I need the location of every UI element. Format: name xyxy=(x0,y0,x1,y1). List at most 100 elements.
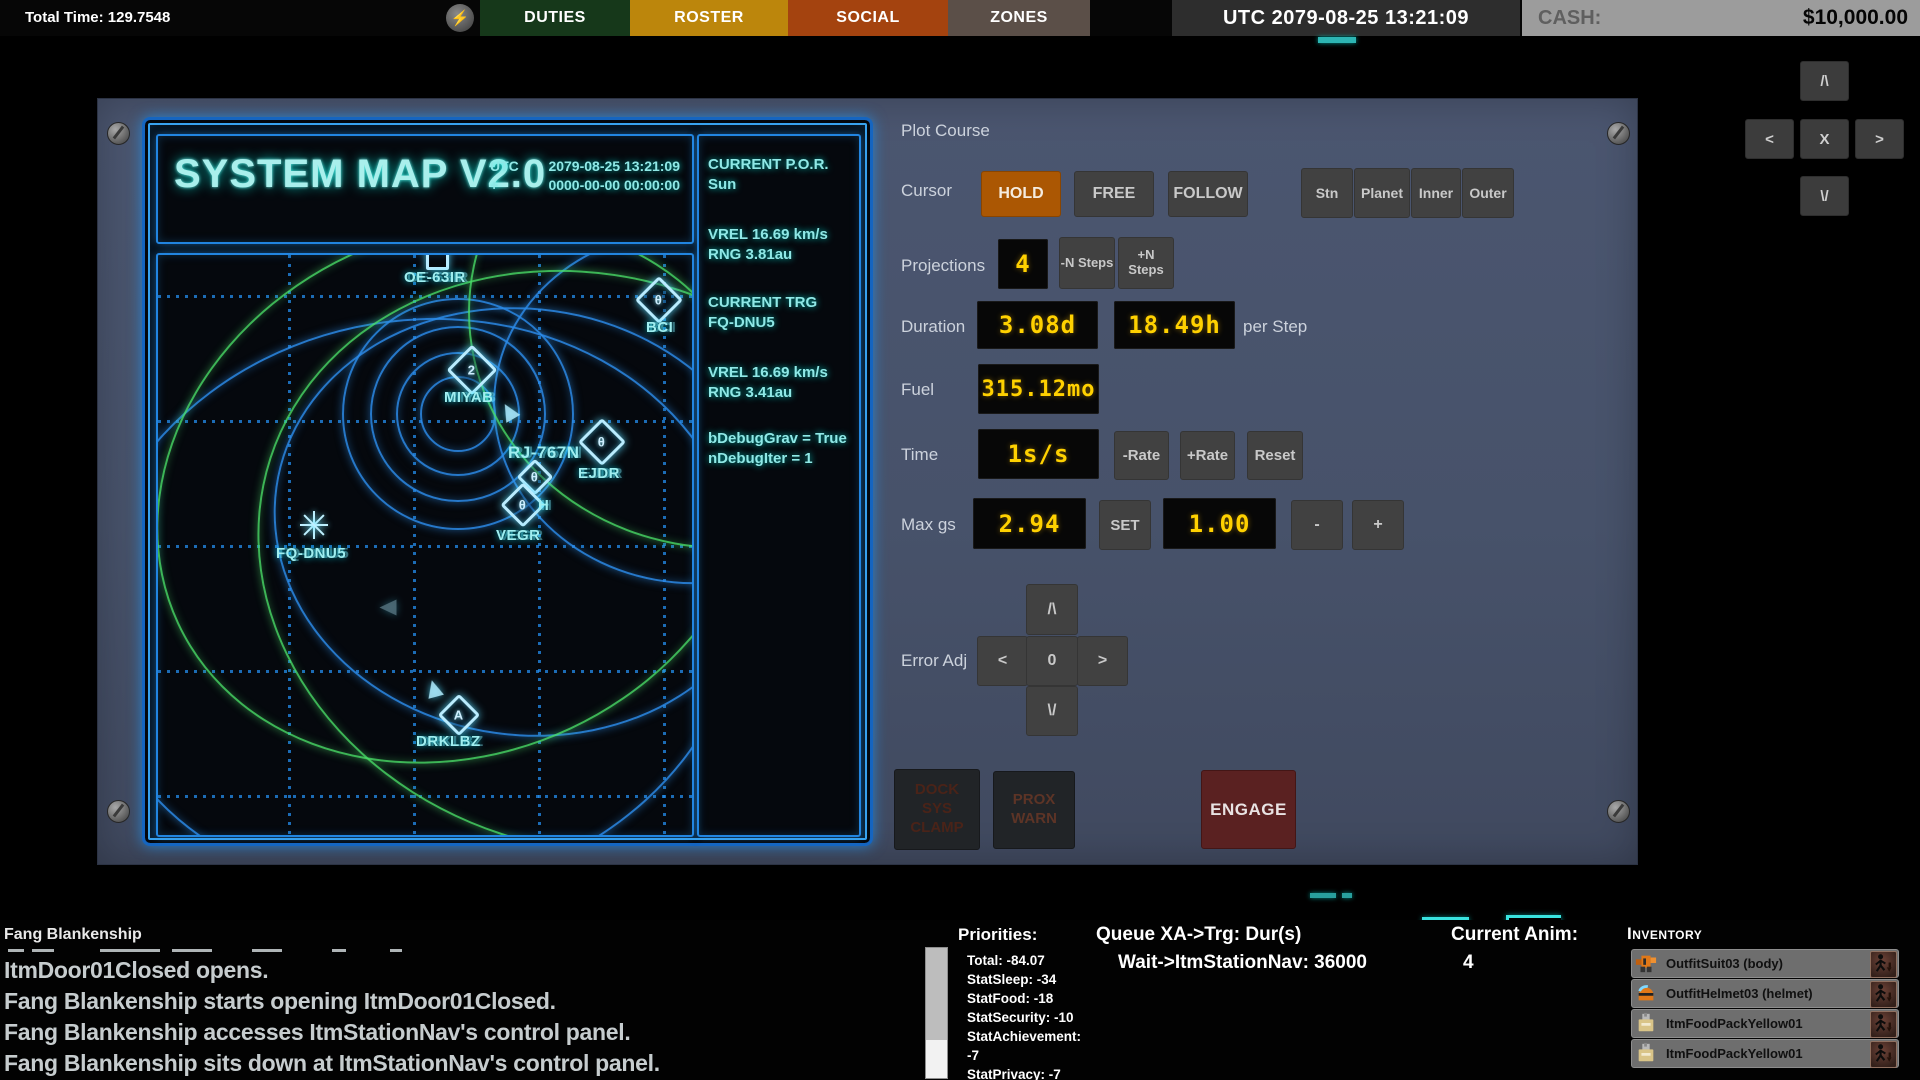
rng-trg: RNG 3.41au xyxy=(708,384,792,401)
prox-line: WARN xyxy=(1011,810,1057,829)
tab-social[interactable]: Social xyxy=(788,0,948,36)
station-marker-bci[interactable]: θ xyxy=(635,276,683,324)
prox-warn-button[interactable]: PROX WARN xyxy=(993,771,1075,849)
max-gs-minus-button[interactable]: - xyxy=(1291,500,1343,550)
dock-sys-clamp-button[interactable]: DOCK SYS CLAMP xyxy=(894,769,980,850)
clipped-log-line xyxy=(172,949,212,952)
error-adj-down-button[interactable]: \/ xyxy=(1026,686,1078,736)
person-drop-icon xyxy=(1871,1042,1894,1065)
max-gs-plus-button[interactable]: + xyxy=(1352,500,1404,550)
plus-n-steps-button[interactable]: +N Steps xyxy=(1118,237,1174,289)
error-adj-value: 0 xyxy=(1026,636,1078,686)
max-gs-current-display: 2.94 xyxy=(973,498,1086,549)
priority-line: StatFood: -18 xyxy=(967,991,1053,1006)
zoom-outer-button[interactable]: Outer xyxy=(1462,168,1514,218)
error-adj-left-button[interactable]: < xyxy=(977,636,1028,686)
per-step-label: per Step xyxy=(1243,317,1307,337)
inventory-header: Inventory xyxy=(1627,924,1702,944)
tab-zones[interactable]: Zones xyxy=(948,0,1090,36)
cursor-hold-button[interactable]: HOLD xyxy=(981,171,1061,217)
priority-line: StatSecurity: -10 xyxy=(967,1010,1074,1025)
system-map-screen[interactable]: SYSTEM MAP V2.0 UTC2079-08-25 13:21:09 +… xyxy=(142,117,873,846)
body-label: OE-63IR xyxy=(404,269,466,286)
station-marker-oe63ir[interactable] xyxy=(426,253,449,270)
current-por-label: CURRENT P.O.R. xyxy=(708,156,829,173)
inventory-row[interactable]: OutfitSuit03 (body) xyxy=(1631,949,1899,978)
inventory-item-name: ItmFoodPackYellow01 xyxy=(1666,1010,1803,1037)
set-max-gs-button[interactable]: SET xyxy=(1099,500,1151,550)
equip-person-button[interactable] xyxy=(1870,1011,1897,1038)
reset-rate-button[interactable]: Reset xyxy=(1247,431,1303,480)
prox-line: PROX xyxy=(1013,791,1056,810)
grid-line xyxy=(158,420,692,423)
equip-person-button[interactable] xyxy=(1870,981,1897,1008)
priorities-scrollbar[interactable] xyxy=(925,947,948,1079)
current-por-value: Sun xyxy=(708,176,736,193)
zoom-planet-button[interactable]: Planet xyxy=(1354,168,1410,218)
log-line: Fang Blankenship accesses ItmStationNav'… xyxy=(4,1019,630,1046)
station-marker-drklbz[interactable]: A xyxy=(438,694,480,736)
cursor-follow-button[interactable]: FOLLOW xyxy=(1168,171,1248,217)
current-trg-value: FQ-DNU5 xyxy=(708,314,775,331)
tab-strip: Duties Roster Social Zones xyxy=(480,0,1090,36)
clipped-log-line xyxy=(390,949,402,952)
minus-rate-button[interactable]: -Rate xyxy=(1114,431,1169,480)
background-hud-fragment xyxy=(1310,893,1336,898)
map-clock-plus: + xyxy=(490,177,498,193)
zoom-inner-button[interactable]: Inner xyxy=(1411,168,1461,218)
body-label: VEGR xyxy=(496,527,541,544)
background-hud-fragment xyxy=(1318,37,1356,43)
dock-line: CLAMP xyxy=(910,819,963,838)
body-label: H xyxy=(538,497,549,514)
pan-right-button[interactable]: > xyxy=(1855,119,1904,159)
clipped-log-line xyxy=(32,949,54,952)
error-adj-up-button[interactable]: /\ xyxy=(1026,584,1078,635)
debug-grav: bDebugGrav = True xyxy=(708,430,847,447)
marker-glyph: θ xyxy=(519,498,526,513)
body-label: FQ-DNU5 xyxy=(276,545,346,562)
pan-left-button[interactable]: < xyxy=(1745,119,1794,159)
marker-glyph: θ xyxy=(655,293,662,308)
map-clock: UTC2079-08-25 13:21:09 +0000-00-00 00:00… xyxy=(490,158,680,196)
inventory-row[interactable]: ItmFoodPackYellow01 xyxy=(1631,1009,1899,1038)
power-icon[interactable]: ⚡ xyxy=(446,4,474,32)
ship-marker-drklbz[interactable] xyxy=(424,678,444,699)
pan-down-button[interactable]: \/ xyxy=(1800,176,1849,216)
tab-roster[interactable]: Roster xyxy=(630,0,788,36)
engage-button[interactable]: ENGAGE xyxy=(1201,770,1296,849)
plus-rate-button[interactable]: +Rate xyxy=(1180,431,1235,480)
close-button[interactable]: X xyxy=(1800,119,1849,159)
suit-icon xyxy=(1635,952,1657,974)
equip-person-button[interactable] xyxy=(1870,1041,1897,1068)
station-marker-miyab[interactable]: 2 xyxy=(447,345,498,396)
minus-n-steps-button[interactable]: -N Steps xyxy=(1059,237,1115,289)
body-label: DRKLBZ xyxy=(416,733,481,750)
station-marker-ejdr[interactable]: θ xyxy=(578,418,626,466)
pan-up-button[interactable]: /\ xyxy=(1800,61,1849,101)
vrel-por: VREL 16.69 km/s xyxy=(708,226,828,243)
dock-line: SYS xyxy=(922,800,952,819)
target-marker-fqdnu5[interactable] xyxy=(300,511,328,539)
tab-duties[interactable]: Duties xyxy=(480,0,630,36)
zoom-stn-button[interactable]: Stn xyxy=(1301,168,1353,218)
marker-glyph: θ xyxy=(531,470,538,485)
cursor-free-button[interactable]: FREE xyxy=(1074,171,1154,217)
rng-por: RNG 3.81au xyxy=(708,246,792,263)
equip-person-button[interactable] xyxy=(1870,951,1897,978)
inventory-row[interactable]: ItmFoodPackYellow01 xyxy=(1631,1039,1899,1068)
current-trg-label: CURRENT TRG xyxy=(708,294,817,311)
time-label: Time xyxy=(901,445,938,465)
body-label: RJ-767N xyxy=(508,443,580,463)
log-line: ItmDoor01Closed opens. xyxy=(4,957,268,984)
inventory-row[interactable]: OutfitHelmet03 (helmet) xyxy=(1631,979,1899,1008)
map-grid[interactable]: OE-63IR 2 MIYAB RJ-767N θ EJDR θ θ H VEG… xyxy=(156,253,694,837)
cursor-label: Cursor xyxy=(901,181,952,201)
scrollbar-thumb[interactable] xyxy=(926,1040,947,1078)
body-label: MIYAB xyxy=(444,389,493,406)
map-clock-prefix: UTC xyxy=(490,158,519,174)
foodpack-icon xyxy=(1635,1042,1657,1064)
plot-course-title: Plot Course xyxy=(901,121,990,141)
map-header-box: SYSTEM MAP V2.0 UTC2079-08-25 13:21:09 +… xyxy=(156,134,694,244)
orbit-ring xyxy=(420,376,496,452)
error-adj-right-button[interactable]: > xyxy=(1077,636,1128,686)
